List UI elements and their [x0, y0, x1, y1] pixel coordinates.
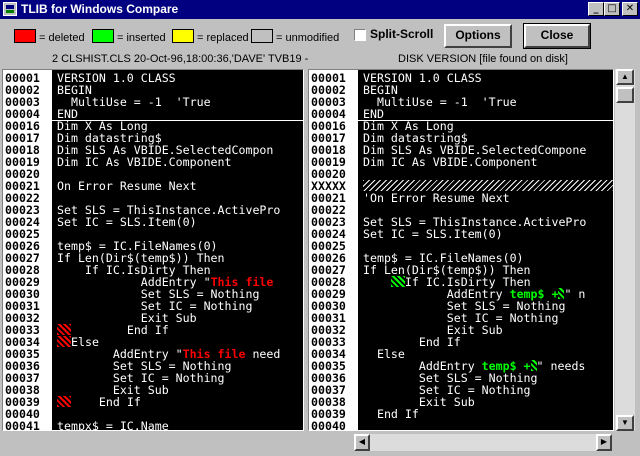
right-code-line: 00021 'On Error Resume Next — [309, 192, 613, 204]
right-code-line: 00033 End If — [309, 336, 613, 348]
replaced-swatch — [172, 29, 194, 43]
scroll-up-button[interactable]: ▲ — [616, 69, 634, 85]
scroll-left-button[interactable]: ◀ — [354, 434, 370, 451]
deleted-marker — [57, 396, 71, 407]
inserted-marker — [558, 288, 565, 299]
left-line-text: End If — [57, 396, 141, 408]
left-code-line: 00041 tempx$ = IC.Name — [3, 419, 303, 431]
right-line-text: MultiUse = -1 'True — [363, 95, 517, 109]
toolbar: = deleted = inserted = replaced = unmodi… — [0, 19, 640, 51]
left-file-header: 2 CLSHIST.CLS 20-Oct-96,18:00:36,'DAVE' … — [52, 53, 309, 65]
inserted-marker — [530, 360, 537, 371]
left-code-line: 00003 MultiUse = -1 'True — [3, 96, 303, 108]
right-code-line: 00004 END — [309, 108, 613, 120]
right-code-pane[interactable]: 00001 VERSION 1.0 CLASS 00002 BEGIN 00003 Mu… — [308, 69, 614, 431]
legend-unmodified: = unmodified — [251, 29, 339, 44]
left-code-line: 00039 End If — [3, 396, 303, 408]
missing-line-fill — [363, 180, 613, 191]
window-title: TLIB for Windows Compare — [21, 2, 179, 16]
right-code-line: 00039 End If — [309, 408, 613, 420]
right-line-text: Dim IC As VBIDE.Component — [363, 155, 538, 169]
legend-inserted: = inserted — [92, 29, 166, 44]
deleted-marker — [57, 336, 71, 347]
deleted-swatch — [14, 29, 36, 43]
right-code-line: 00032 Exit Sub — [309, 324, 613, 336]
right-line-text: End If — [363, 407, 419, 421]
app-icon[interactable] — [3, 2, 17, 16]
legend-deleted: = deleted — [14, 29, 85, 44]
left-line-text: Dim IC As VBIDE.Component — [57, 155, 232, 169]
minimize-button[interactable]: _ — [588, 2, 604, 16]
options-button[interactable]: Options — [444, 24, 512, 48]
left-line-text: tempx$ = IC.Name — [57, 419, 169, 431]
right-code-line: 00001 VERSION 1.0 CLASS — [309, 72, 613, 84]
left-line-text: Set IC = SLS.Item(0) — [57, 215, 197, 229]
left-code-line: 00001 VERSION 1.0 CLASS — [3, 72, 303, 84]
left-code-line: 00019 Dim IC As VBIDE.Component — [3, 156, 303, 168]
left-line-text: On Error Resume Next — [57, 179, 197, 193]
legend-replaced: = replaced — [172, 29, 249, 44]
inserted-swatch — [92, 29, 114, 43]
right-code-line: 00020 — [309, 168, 613, 180]
vertical-scroll-thumb[interactable] — [616, 87, 634, 103]
left-code-line: 00024 Set IC = SLS.Item(0) — [3, 216, 303, 228]
right-code-line: 00003 MultiUse = -1 'True — [309, 96, 613, 108]
scroll-right-button[interactable]: ▶ — [596, 434, 612, 451]
close-button[interactable]: Close — [523, 23, 591, 49]
scroll-down-button[interactable]: ▼ — [616, 415, 634, 431]
vertical-scrollbar[interactable]: ▲ ▼ — [615, 69, 635, 431]
right-line-text: 'On Error Resume Next — [363, 191, 510, 205]
title-bar: TLIB for Windows Compare _ □ ✕ — [0, 0, 640, 19]
right-line-number: 00040 — [311, 419, 346, 431]
unmodified-swatch — [251, 29, 273, 43]
right-code-line: 00019 Dim IC As VBIDE.Component — [309, 156, 613, 168]
left-code-line: 00004 END — [3, 108, 303, 120]
left-code-line: 00038 Exit Sub — [3, 384, 303, 396]
inserted-marker — [390, 276, 405, 287]
right-line-text: Set IC = SLS.Item(0) — [363, 227, 503, 241]
close-window-button[interactable]: ✕ — [622, 2, 638, 16]
split-scroll-label[interactable]: Split-Scroll — [370, 27, 433, 41]
left-code-line: 00021 On Error Resume Next — [3, 180, 303, 192]
maximize-button[interactable]: □ — [604, 2, 620, 16]
right-code-line: 00038 Exit Sub — [309, 396, 613, 408]
split-scroll-checkbox[interactable] — [354, 29, 366, 41]
right-code-line: 00040 — [309, 419, 613, 431]
right-code-line: 00024 Set IC = SLS.Item(0) — [309, 228, 613, 240]
left-code-line: 00033 End If — [3, 324, 303, 336]
left-line-text: MultiUse = -1 'True — [57, 95, 211, 109]
right-file-header: DISK VERSION [file found on disk] — [398, 53, 568, 65]
left-line-number: 00041 — [5, 419, 40, 431]
horizontal-scrollbar[interactable]: ◀ ▶ — [354, 434, 612, 451]
left-code-pane[interactable]: 00001 VERSION 1.0 CLASS 00002 BEGIN 00003 Mu… — [2, 69, 304, 431]
deleted-marker — [57, 324, 71, 335]
